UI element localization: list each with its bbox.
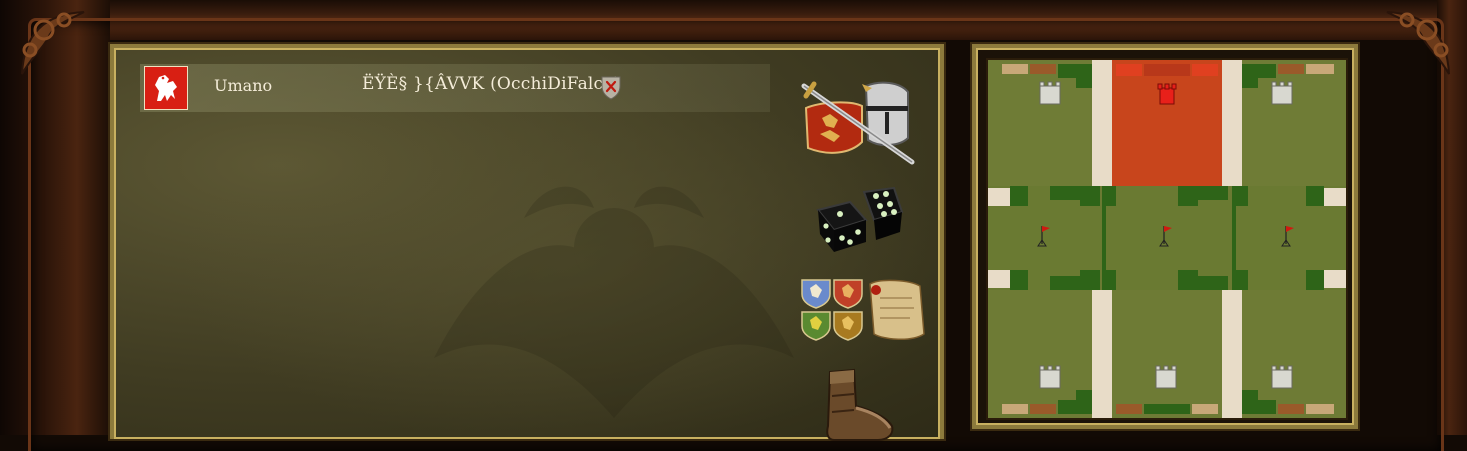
sword-shield-helmet-icon[interactable] [800, 78, 918, 170]
shield-cross-icon[interactable] [600, 74, 622, 100]
player-castle-icon [1157, 83, 1177, 105]
castle-icon [1039, 365, 1061, 389]
player-flag[interactable] [144, 66, 188, 110]
player-type-label: Umano [214, 76, 273, 95]
player-row[interactable]: Umano ËŸÈ§ }{ÂVVK (OcchiDiFalco) [140, 64, 770, 112]
dice-icon[interactable] [814, 186, 906, 254]
castle-icon [1155, 365, 1177, 389]
map-preview-panel [972, 44, 1358, 429]
team-shields-scroll-icon[interactable] [800, 276, 928, 346]
selected-start-plot[interactable] [1112, 60, 1222, 186]
castle-icon [1039, 81, 1061, 105]
castle-icon [1271, 81, 1293, 105]
corner-ornament-icon [1386, 11, 1450, 75]
lion-rampant-icon [155, 75, 177, 101]
map-preview[interactable] [986, 58, 1348, 420]
player-name-label: ËŸÈ§ }{ÂVVK (OcchiDiFalco) [362, 74, 621, 94]
map-minimap[interactable] [988, 60, 1346, 418]
boot-icon[interactable] [820, 366, 900, 443]
player-list-panel: Umano ËŸÈ§ }{ÂVVK (OcchiDiFalco) [110, 44, 944, 441]
castle-icon [1271, 365, 1293, 389]
corner-ornament-icon [21, 11, 85, 75]
crest-watermark-icon [434, 186, 794, 418]
